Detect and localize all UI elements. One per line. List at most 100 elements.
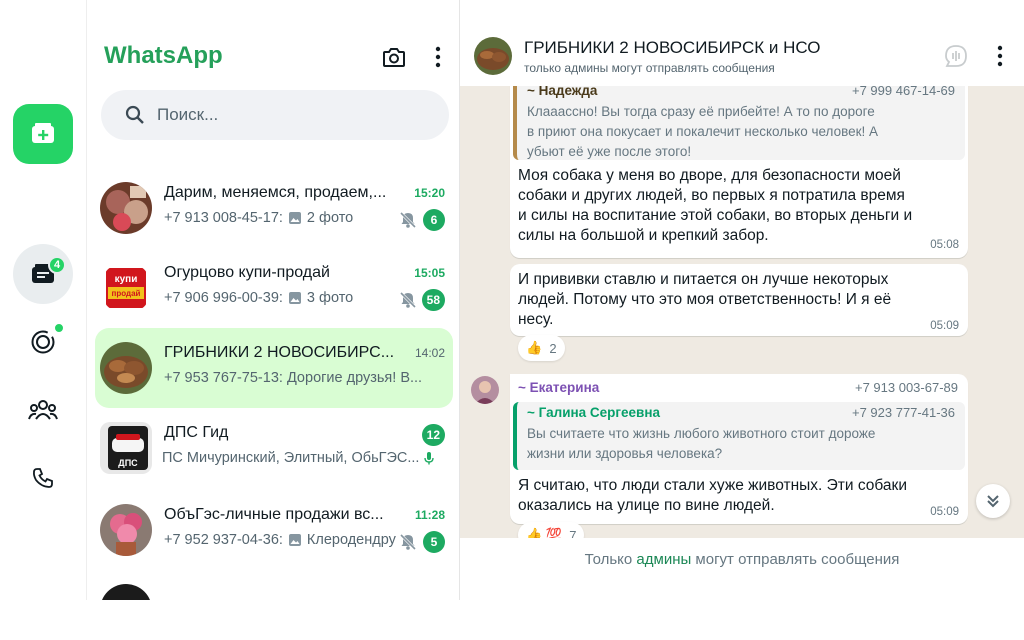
message-area[interactable]: ~ Надежда +7 999 467-14-69 Клааассно! Вы… <box>460 86 1024 538</box>
quoted-message[interactable]: ~ Надежда +7 999 467-14-69 Клааассно! Вы… <box>513 86 965 160</box>
new-chat-button[interactable] <box>13 104 73 164</box>
unread-badge: 12 <box>421 424 445 446</box>
status-icon <box>31 330 55 354</box>
message-sender-phone: +7 913 003-67-89 <box>854 380 958 395</box>
conversation-subtitle: только админы могут отправлять сообщения <box>524 61 775 75</box>
admins-link[interactable]: админы <box>636 551 691 568</box>
voice-chat-icon <box>945 45 967 67</box>
quoted-message[interactable]: ~ Галина Сергеевна +7 923 777-41-36 Вы с… <box>513 402 965 470</box>
chat-name: ОбъГэс-личные продажи вс... <box>164 506 384 523</box>
chat-name: ГРИБНИКИ 2 НОВОСИБИРС... <box>164 344 395 361</box>
conversation-header[interactable]: ГРИБНИКИ 2 НОВОСИБИРСК и НСО только адми… <box>460 24 1024 86</box>
chat-time: 15:20 <box>414 186 445 200</box>
quote-line: жизни или здоровья человека? <box>527 446 723 461</box>
message-line: И прививки ставлю и питается он лучше не… <box>518 271 889 288</box>
quote-line: Вы считаете что жизнь любого животного с… <box>527 426 876 441</box>
reaction-emoji: 👍 <box>526 340 543 355</box>
chat-item-dps-gid[interactable]: ДПС ДПС Гид ПС Мичуринский, Элитный, Обь… <box>95 408 453 488</box>
search-icon <box>125 105 144 124</box>
message-bubble[interactable]: ~ Екатерина +7 913 003-67-89 ~ Галина Се… <box>510 374 968 524</box>
chat-preview-text: Клеродендрум <box>306 532 396 548</box>
message-line: людей. Потому что это моя ответственност… <box>518 291 892 308</box>
message-line: Моя собака у меня во дворе, для безопасн… <box>518 167 901 184</box>
quote-author: ~ Галина Сергеевна <box>527 405 661 420</box>
chat-name: ДПС Гид <box>164 424 229 441</box>
photo-icon <box>288 211 302 225</box>
conversation-panel: ГРИБНИКИ 2 НОВОСИБИРСК и НСО только адми… <box>460 0 1024 600</box>
conversation-menu-button[interactable] <box>986 42 1014 70</box>
chat-time: 14:02 <box>414 346 445 360</box>
chat-item-obges[interactable]: ОбъГэс-личные продажи вс... 11:28 +7 952… <box>95 490 453 570</box>
avatar <box>100 182 152 234</box>
quote-text: Клааассно! Вы тогда сразу её прибейте! А… <box>527 102 878 160</box>
quote-author: ~ Надежда <box>527 86 598 98</box>
chat-time: 15:05 <box>414 266 445 280</box>
chat-preview: +7 913 008-45-17: 2 фото <box>164 210 396 226</box>
message-line: и силы на воспитание этой собаки, во вто… <box>518 207 913 224</box>
chat-preview: +7 906 996-00-39: 3 фото <box>164 290 396 306</box>
quote-phone: +7 999 467-14-69 <box>851 86 955 98</box>
message-reaction[interactable]: 👍 💯 7 <box>518 522 585 539</box>
unread-badge: 5 <box>423 531 445 553</box>
admins-only-notice: Только админы могут отправлять сообщения <box>460 538 1024 582</box>
whatsapp-app: 4 WhatsApp Поиск... Дарим, меняемся, про… <box>0 0 1024 640</box>
quote-line: в приют она покусает и покалечит несколь… <box>527 124 879 139</box>
message-line: силы на большой и крепкий забор. <box>518 227 769 244</box>
search-bar[interactable] <box>101 90 449 140</box>
chat-sender: +7 913 008-45-17: <box>164 210 283 226</box>
avatar <box>100 504 152 556</box>
message-time: 05:09 <box>930 506 959 518</box>
sender-avatar[interactable] <box>471 376 499 404</box>
nav-chats[interactable]: 4 <box>13 244 73 304</box>
avatar-text-line1: купи <box>115 274 138 285</box>
message-line: оказались на улице по вине людей. <box>518 497 775 514</box>
message-reaction[interactable]: 👍 2 <box>518 335 565 361</box>
quote-phone: +7 923 777-41-36 <box>851 405 955 420</box>
message-line: собаки и других людей, во первых я потра… <box>518 187 905 204</box>
chat-preview-text: Дорогие друзья! В... <box>286 370 423 386</box>
nav-calls[interactable] <box>13 448 73 508</box>
chat-sender: +7 906 996-00-39: <box>164 290 283 306</box>
message-sender: ~ Екатерина <box>518 380 600 395</box>
chat-sender: +7 952 937-04-36: <box>164 532 283 548</box>
calls-icon <box>33 468 53 488</box>
unread-badge: 58 <box>421 289 445 311</box>
mute-icon <box>399 211 417 234</box>
voice-chat-button[interactable] <box>942 42 970 70</box>
message-time: 05:09 <box>930 320 959 332</box>
list-menu-button[interactable] <box>423 42 453 72</box>
communities-icon <box>28 400 58 420</box>
voice-icon <box>424 451 435 465</box>
reaction-count: 7 <box>569 527 577 539</box>
chat-item-darim[interactable]: Дарим, меняемся, продаем,... 15:20 +7 91… <box>95 168 453 248</box>
chat-preview: +7 952 937-04-36: Клеродендрум <box>164 532 396 548</box>
chats-unread-badge: 4 <box>48 256 66 274</box>
nav-status[interactable] <box>13 312 73 372</box>
search-input[interactable] <box>157 105 407 125</box>
photo-icon <box>288 533 302 547</box>
more-icon <box>435 46 441 68</box>
scroll-to-bottom-button[interactable] <box>976 484 1010 518</box>
avatar: ДПС <box>100 422 152 474</box>
quote-text: Вы считаете что жизнь любого животного с… <box>527 424 875 464</box>
quote-line: Клааассно! Вы тогда сразу её прибейте! А… <box>527 104 875 119</box>
notice-text-end: могут отправлять сообщения <box>691 551 900 568</box>
chat-item-ogurcovo[interactable]: купи продай Огурцово купи-продай 15:05 +… <box>95 248 453 328</box>
chat-item-gribniki[interactable]: ГРИБНИКИ 2 НОВОСИБИРС... 14:02 +7 953 76… <box>95 328 453 408</box>
message-bubble[interactable]: И прививки ставлю и питается он лучше не… <box>510 264 968 336</box>
camera-button[interactable] <box>379 42 409 72</box>
chat-sender: ПС Мичуринский, Элитный, ОбьГЭС... <box>162 450 420 466</box>
status-new-dot <box>53 322 65 334</box>
message-line: Я считаю, что люди стали хуже животных. … <box>518 477 907 494</box>
more-icon <box>997 45 1003 67</box>
message-text: Моя собака у меня во дворе, для безопасн… <box>518 166 912 246</box>
mute-icon <box>399 533 417 556</box>
message-bubble[interactable]: ~ Надежда +7 999 467-14-69 Клааассно! Вы… <box>510 86 968 258</box>
message-time: 05:08 <box>930 239 959 251</box>
message-line: несу. <box>518 311 554 328</box>
chat-time: 11:28 <box>414 508 445 522</box>
scroll-down-icon <box>987 495 999 508</box>
nav-communities[interactable] <box>13 380 73 440</box>
photo-icon <box>288 291 302 305</box>
chat-name: Дарим, меняемся, продаем,... <box>164 184 387 201</box>
